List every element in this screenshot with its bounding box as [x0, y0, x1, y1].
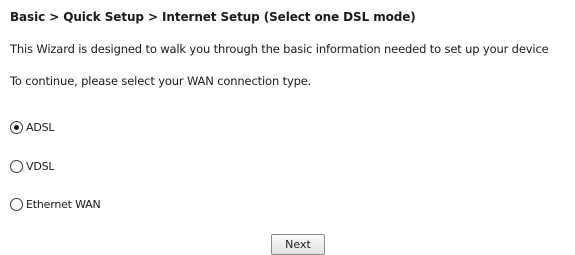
intro-text: This Wizard is designed to walk you thro…: [10, 42, 549, 56]
wan-option-ethernet[interactable]: Ethernet WAN: [10, 198, 101, 211]
vdsl-radio[interactable]: [10, 160, 23, 173]
wan-option-vdsl[interactable]: VDSL: [10, 160, 55, 173]
adsl-radio[interactable]: [10, 121, 23, 134]
ethernet-wan-label: Ethernet WAN: [26, 198, 101, 211]
vdsl-label: VDSL: [26, 160, 55, 173]
ethernet-wan-radio[interactable]: [10, 198, 23, 211]
wan-option-adsl[interactable]: ADSL: [10, 121, 55, 134]
instruction-text: To continue, please select your WAN conn…: [10, 74, 312, 88]
adsl-label: ADSL: [26, 121, 55, 134]
breadcrumb: Basic > Quick Setup > Internet Setup (Se…: [10, 10, 416, 24]
next-button[interactable]: Next: [271, 234, 325, 255]
